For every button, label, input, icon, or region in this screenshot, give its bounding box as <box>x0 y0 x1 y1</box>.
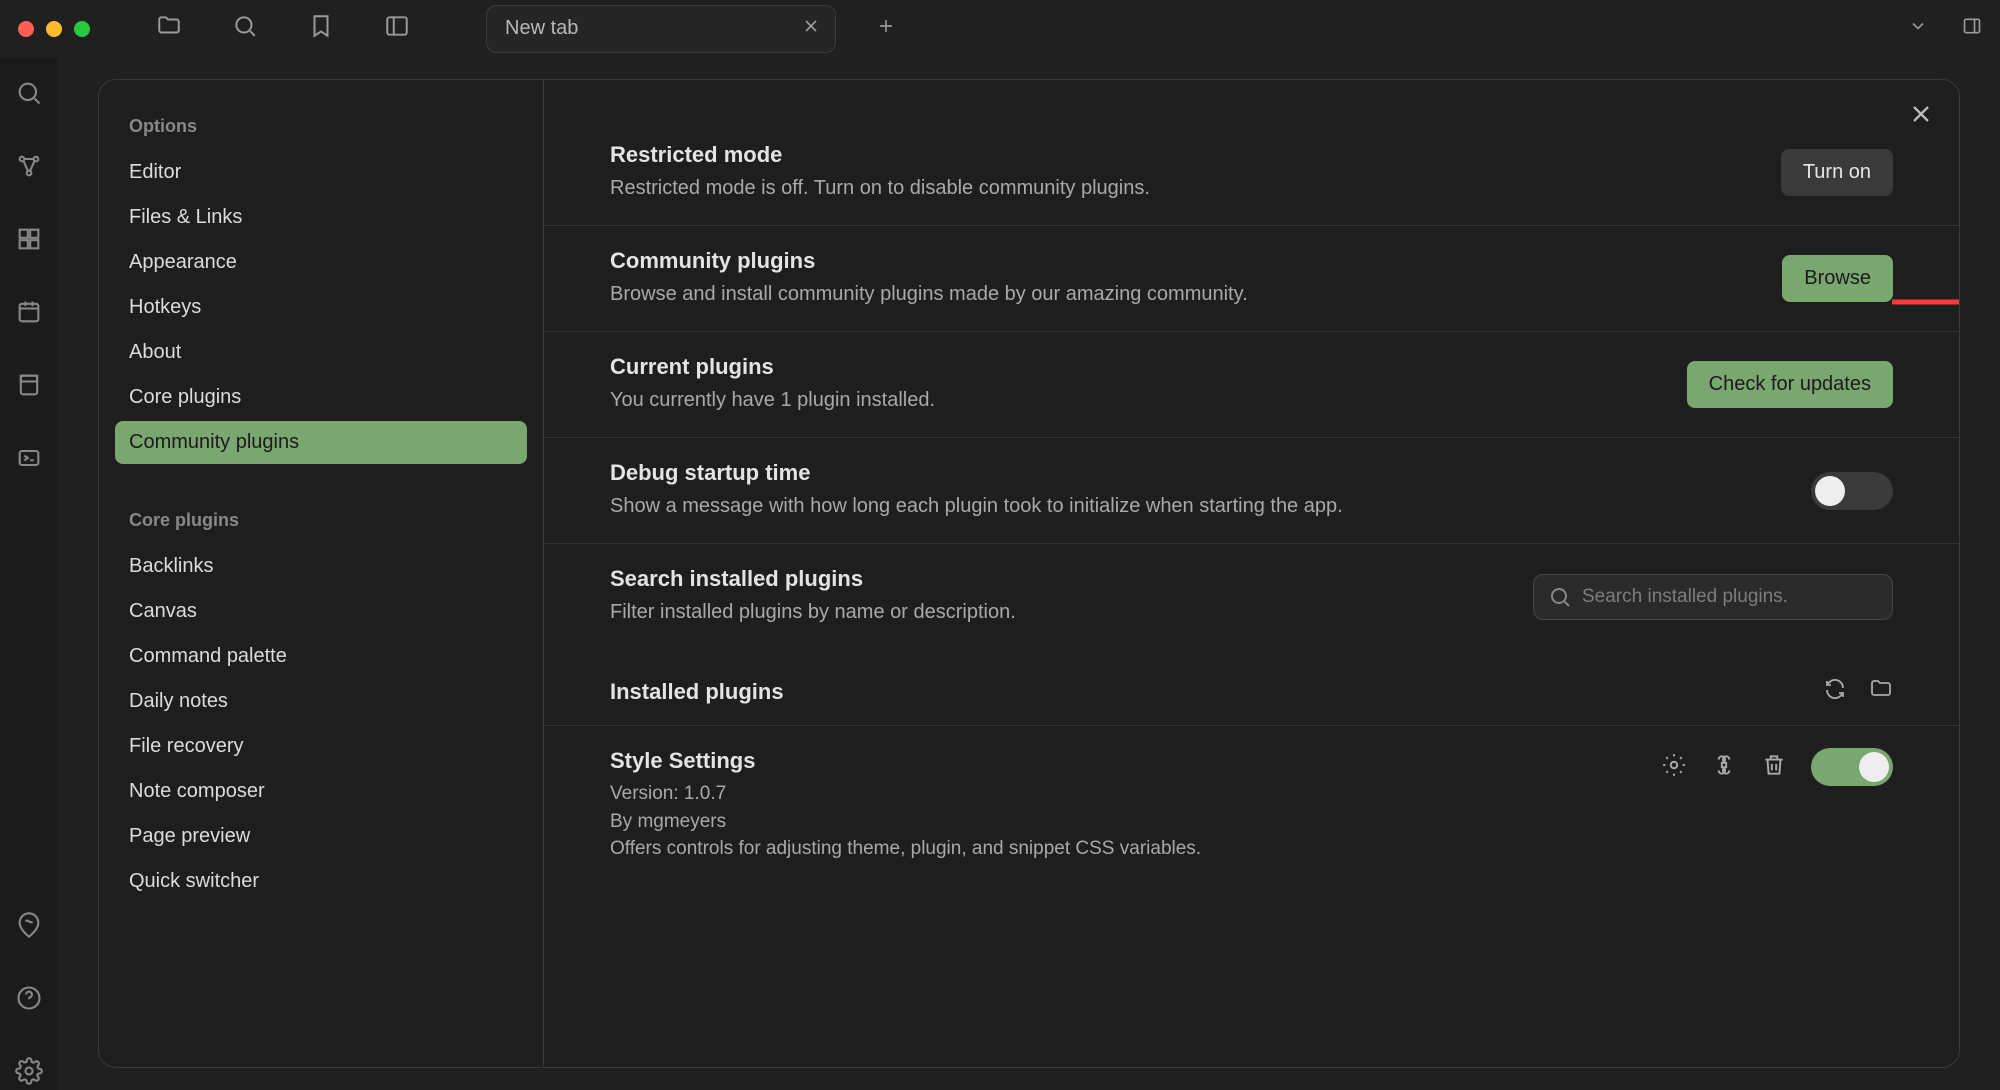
current-plugins-desc: You currently have 1 plugin installed. <box>610 386 935 415</box>
installed-plugins-heading-row: Installed plugins <box>544 649 1959 726</box>
restricted-mode-title: Restricted mode <box>610 142 1150 168</box>
canvas-icon[interactable] <box>15 225 43 258</box>
search-plugins-title: Search installed plugins <box>610 566 1016 592</box>
graph-icon[interactable] <box>15 152 43 185</box>
close-window[interactable] <box>18 21 34 37</box>
settings-content: Restricted mode Restricted mode is off. … <box>544 80 1959 1067</box>
debug-startup-toggle[interactable] <box>1811 472 1893 510</box>
sidebar-option-community-plugins[interactable]: Community plugins <box>115 421 527 464</box>
plugin-options-icon[interactable] <box>1661 752 1687 783</box>
close-modal-button[interactable] <box>1907 100 1935 133</box>
options-heading: Options <box>115 108 527 149</box>
search-plugins-desc: Filter installed plugins by name or desc… <box>610 598 1016 627</box>
plugin-desc: Offers controls for adjusting theme, plu… <box>610 835 1201 863</box>
restricted-mode-desc: Restricted mode is off. Turn on to disab… <box>610 174 1150 203</box>
search-plugins-row: Search installed plugins Filter installe… <box>544 544 1959 649</box>
titlebar-right <box>1908 16 1982 41</box>
templates-icon[interactable] <box>15 371 43 404</box>
tab-close-icon[interactable] <box>801 16 821 41</box>
sidebar-core-canvas[interactable]: Canvas <box>115 590 527 633</box>
help-icon[interactable] <box>15 984 43 1017</box>
sidebar-option-core-plugins[interactable]: Core plugins <box>115 376 527 419</box>
plugin-name: Style Settings <box>610 748 1201 774</box>
settings-sidebar: Options EditorFiles & LinksAppearanceHot… <box>99 80 544 1067</box>
toolbar-icons <box>156 13 410 44</box>
plugin-hotkeys-icon[interactable] <box>1711 752 1737 783</box>
plugin-row: Style Settings Version: 1.0.7 By mgmeyer… <box>544 726 1959 885</box>
search-plugins-input[interactable] <box>1582 586 1878 608</box>
sidebar-core-command-palette[interactable]: Command palette <box>115 635 527 678</box>
sidebar-option-about[interactable]: About <box>115 331 527 374</box>
check-updates-button[interactable]: Check for updates <box>1687 361 1893 408</box>
debug-startup-title: Debug startup time <box>610 460 1343 486</box>
debug-startup-desc: Show a message with how long each plugin… <box>610 492 1343 521</box>
sidebar-core-quick-switcher[interactable]: Quick switcher <box>115 860 527 903</box>
minimize-window[interactable] <box>46 21 62 37</box>
current-plugins-row: Current plugins You currently have 1 plu… <box>544 332 1959 438</box>
turn-on-button[interactable]: Turn on <box>1781 149 1893 196</box>
sidebar-option-editor[interactable]: Editor <box>115 151 527 194</box>
plugin-enable-toggle[interactable] <box>1811 748 1893 786</box>
browse-button[interactable]: Browse <box>1782 255 1893 302</box>
sidebar-option-hotkeys[interactable]: Hotkeys <box>115 286 527 329</box>
sidebar-core-note-composer[interactable]: Note composer <box>115 770 527 813</box>
folder-icon[interactable] <box>156 13 182 44</box>
search-icon[interactable] <box>232 13 258 44</box>
open-plugins-folder-icon[interactable] <box>1869 677 1893 707</box>
sidebar-core-daily-notes[interactable]: Daily notes <box>115 680 527 723</box>
core-plugins-heading: Core plugins <box>115 502 527 543</box>
settings-icon[interactable] <box>15 1057 43 1090</box>
reload-plugins-icon[interactable] <box>1823 677 1847 707</box>
sidebar-option-files-links[interactable]: Files & Links <box>115 196 527 239</box>
titlebar: New tab <box>0 0 2000 57</box>
plugin-author: By mgmeyers <box>610 808 1201 836</box>
community-plugins-row: Community plugins Browse and install com… <box>544 226 1959 332</box>
vault-icon[interactable] <box>15 911 43 944</box>
search-plugins-input-wrap <box>1533 574 1893 620</box>
community-plugins-desc: Browse and install community plugins mad… <box>610 280 1248 309</box>
sidebar-option-appearance[interactable]: Appearance <box>115 241 527 284</box>
sidebar-core-backlinks[interactable]: Backlinks <box>115 545 527 588</box>
restricted-mode-row: Restricted mode Restricted mode is off. … <box>544 120 1959 226</box>
app-ribbon <box>0 57 58 1090</box>
plugin-delete-icon[interactable] <box>1761 752 1787 783</box>
installed-plugins-heading: Installed plugins <box>610 679 784 705</box>
plugin-version: Version: 1.0.7 <box>610 780 1201 808</box>
debug-startup-row: Debug startup time Show a message with h… <box>544 438 1959 544</box>
daily-note-icon[interactable] <box>15 298 43 331</box>
tab[interactable]: New tab <box>486 5 836 53</box>
command-palette-icon[interactable] <box>15 444 43 477</box>
community-plugins-title: Community plugins <box>610 248 1248 274</box>
sidebar-core-page-preview[interactable]: Page preview <box>115 815 527 858</box>
bookmark-icon[interactable] <box>308 13 334 44</box>
sidebar-core-file-recovery[interactable]: File recovery <box>115 725 527 768</box>
tab-title: New tab <box>505 17 578 40</box>
sidebar-left-icon[interactable] <box>384 13 410 44</box>
current-plugins-title: Current plugins <box>610 354 935 380</box>
tab-dropdown-icon[interactable] <box>1908 16 1928 41</box>
search-icon <box>1548 585 1572 609</box>
settings-modal: Options EditorFiles & LinksAppearanceHot… <box>98 79 1960 1068</box>
maximize-window[interactable] <box>74 21 90 37</box>
quick-switcher-icon[interactable] <box>15 79 43 112</box>
traffic-lights <box>18 21 90 37</box>
new-tab-button[interactable] <box>876 16 896 41</box>
sidebar-right-icon[interactable] <box>1962 16 1982 41</box>
